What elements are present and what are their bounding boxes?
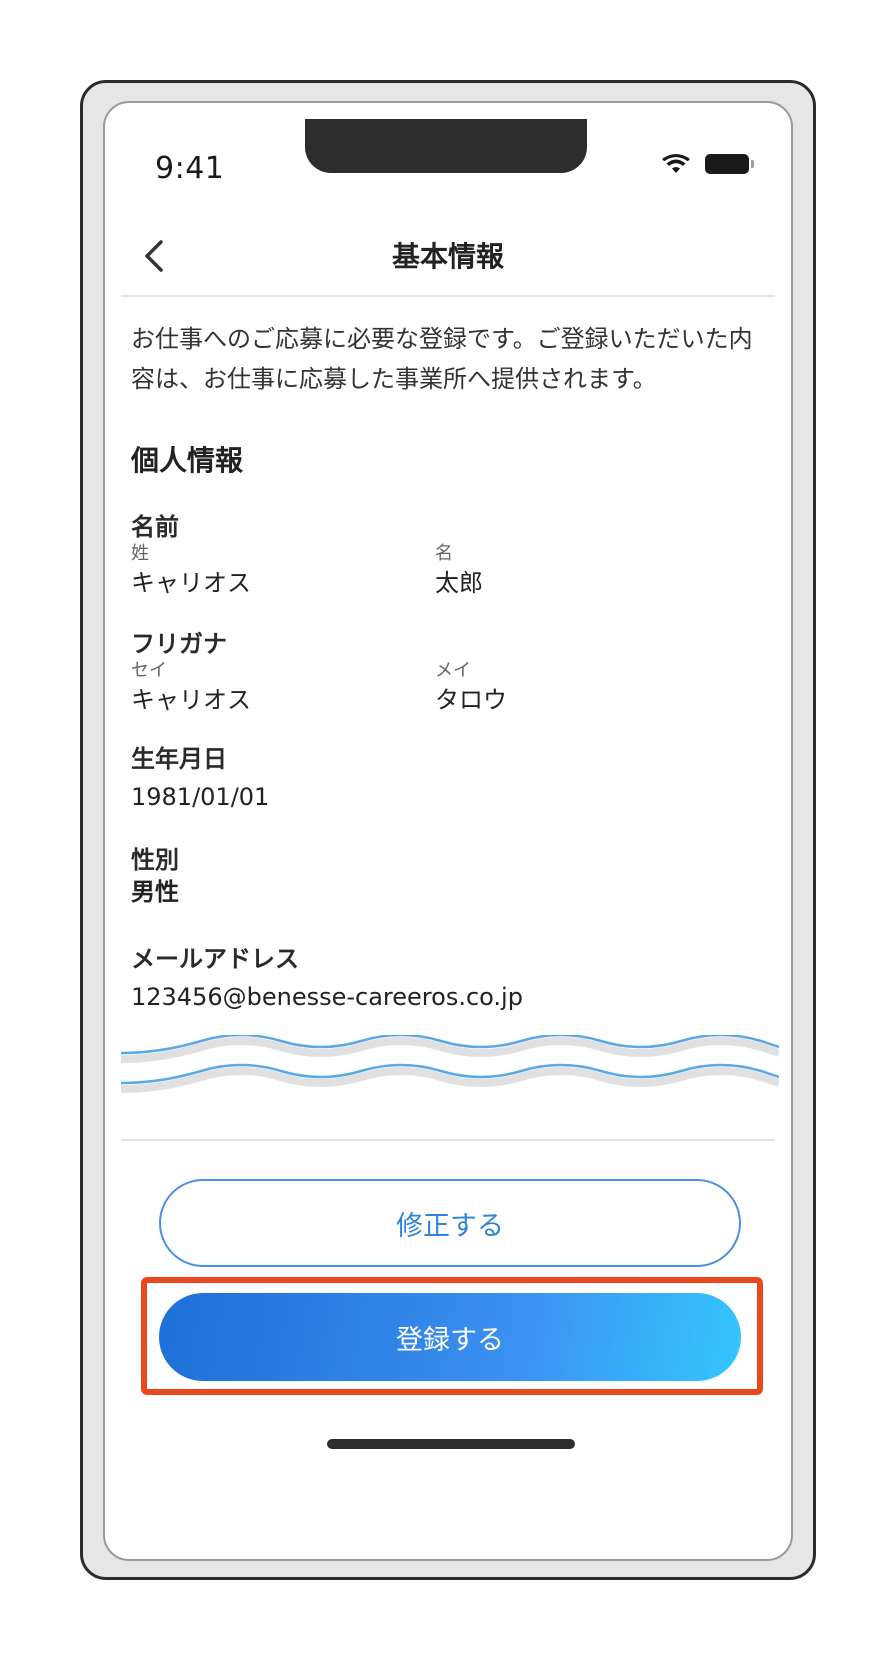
birthdate-label: 生年月日 (131, 745, 227, 773)
furigana-field: フリガナ セイ キャリオス メイ タロウ (131, 624, 765, 717)
last-name-kana-label: セイ (131, 660, 167, 681)
gender-label: 性別 (131, 846, 179, 874)
name-label: 名前 (131, 513, 179, 541)
wifi-icon (662, 154, 690, 173)
status-icons (661, 153, 754, 175)
first-name-value: 太郎 (435, 569, 483, 597)
last-name-value: キャリオス (131, 569, 251, 597)
first-name-kana-value: タロウ (435, 686, 507, 714)
phone-frame: 9:41 基本情報 お仕事へのご応募に必要な登録です。ご登録いただいた内容は、お… (80, 80, 816, 1580)
section-title-personal-info: 個人情報 (131, 444, 244, 477)
intro-text: お仕事へのご応募に必要な登録です。ご登録いただいた内容は、お仕事に応募した事業所… (131, 325, 753, 393)
battery-icon (705, 154, 754, 174)
birthdate-value: 1981/01/01 (131, 783, 270, 811)
page-title: 基本情報 (391, 240, 504, 273)
gender-value: 男性 (131, 878, 179, 906)
last-name-kana-value: キャリオス (131, 686, 251, 714)
nav-header: 基本情報 (121, 213, 775, 297)
registration-summary: お仕事へのご応募に必要な登録です。ご登録いただいた内容は、お仕事に応募した事業所… (131, 319, 765, 1014)
email-value: 123456@benesse-careeros.co.jp (131, 983, 523, 1011)
status-time: 9:41 (155, 151, 225, 186)
furigana-label: フリガナ (131, 630, 227, 658)
register-button-label: 登録する (396, 1324, 504, 1356)
home-indicator (327, 1439, 575, 1449)
birthdate-field: 生年月日 1981/01/01 (131, 739, 765, 814)
last-name-label: 姓 (131, 543, 149, 564)
first-name-kana-label: メイ (435, 660, 471, 681)
gender-field: 性別 男性 (131, 840, 765, 909)
email-field: メールアドレス 123456@benesse-careeros.co.jp (131, 939, 765, 1014)
content-truncation-wave (121, 1035, 779, 1093)
device-notch (305, 119, 587, 173)
edit-button-label: 修正する (396, 1210, 504, 1242)
register-button[interactable]: 登録する (159, 1293, 741, 1381)
phone-screen: 9:41 基本情報 お仕事へのご応募に必要な登録です。ご登録いただいた内容は、お… (103, 101, 793, 1561)
footer-divider (121, 1139, 775, 1141)
first-name-label: 名 (435, 543, 453, 564)
email-label: メールアドレス (131, 945, 299, 973)
name-field: 名前 姓 キャリオス 名 太郎 (131, 507, 765, 600)
edit-button[interactable]: 修正する (159, 1179, 741, 1267)
